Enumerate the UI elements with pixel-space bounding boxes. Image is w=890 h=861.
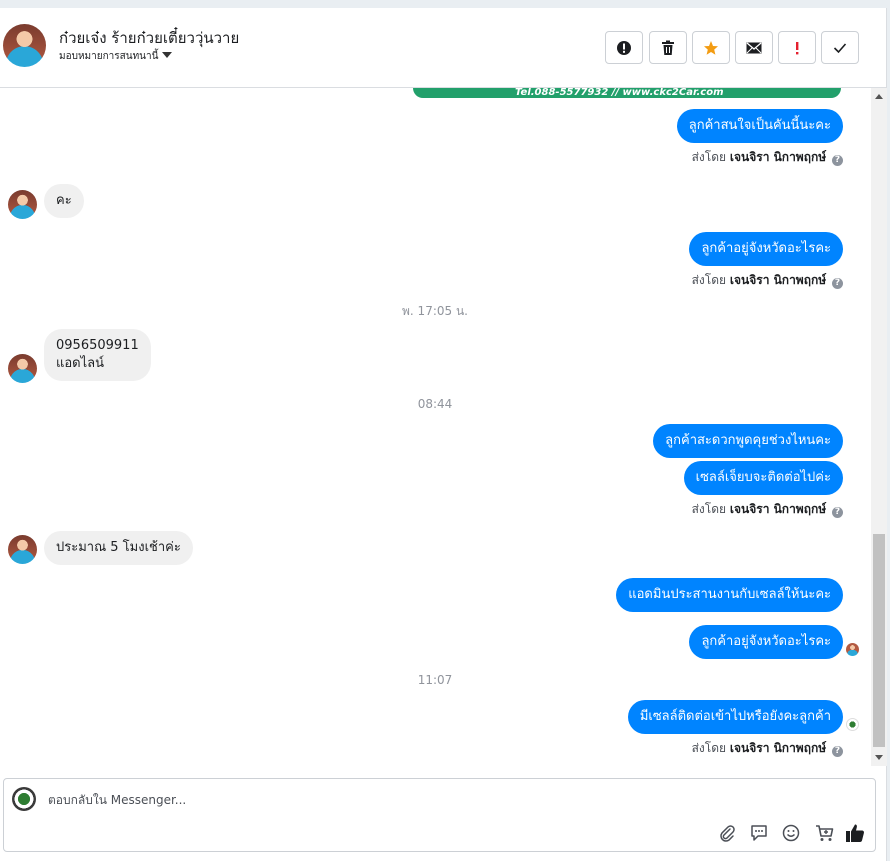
help-icon[interactable]: ? xyxy=(832,278,843,289)
message-bubble-outgoing[interactable]: ลูกค้าอยู่จังหวัดอะไรคะ xyxy=(689,625,843,659)
delete-button[interactable] xyxy=(649,31,687,64)
star-icon xyxy=(704,40,718,55)
done-button[interactable] xyxy=(821,31,859,64)
help-icon[interactable]: ? xyxy=(832,507,843,518)
sent-by-label: ส่งโดย เจนจิรา นิกาพฤกษ์ ? xyxy=(692,271,843,290)
sender-name: เจนจิรา นิกาพฤกษ์ xyxy=(729,273,827,287)
message-bubble-outgoing[interactable]: แอดมินประสานงานกับเซลล์ให้นะคะ xyxy=(616,578,843,612)
sent-by-prefix: ส่งโดย xyxy=(691,150,727,164)
sent-by-label: ส่งโดย เจนจิรา นิกาพฤกษ์ ? xyxy=(692,739,843,758)
scrollbar-thumb[interactable] xyxy=(873,534,885,747)
page-avatar xyxy=(12,787,36,811)
contact-avatar-small xyxy=(8,190,37,219)
checkmark-icon xyxy=(833,42,847,53)
window-top-strip xyxy=(0,0,890,8)
contact-avatar[interactable] xyxy=(3,24,46,67)
paperclip-icon xyxy=(720,825,735,842)
help-icon[interactable]: ? xyxy=(832,155,843,166)
exclamation-circle-icon xyxy=(617,40,631,55)
saved-replies-button[interactable] xyxy=(748,822,770,844)
trash-icon xyxy=(662,40,674,55)
help-icon[interactable]: ? xyxy=(832,746,843,757)
cart-add-icon xyxy=(815,825,833,841)
message-bubble-incoming[interactable]: คะ xyxy=(44,184,84,218)
assign-conversation-dropdown[interactable]: มอบหมายการสนทนานี้ xyxy=(59,49,173,64)
seen-avatar xyxy=(846,643,859,656)
thumbs-up-icon xyxy=(846,824,864,842)
contact-avatar-small xyxy=(8,354,37,383)
reply-composer[interactable]: ตอบกลับใน Messenger... xyxy=(3,778,876,852)
follow-up-button[interactable] xyxy=(778,31,816,64)
banner-text: Tel.088-5577932 // www.ckc2Car.com xyxy=(515,88,724,98)
emoji-button[interactable] xyxy=(780,822,802,844)
speech-bubble-icon xyxy=(751,825,767,841)
mark-spam-button[interactable] xyxy=(605,31,643,64)
sent-by-prefix: ส่งโดย xyxy=(691,273,727,287)
message-bubble-outgoing[interactable]: มีเซลล์ติดต่อเข้าไปหรือยังคะลูกค้า xyxy=(627,700,843,734)
contact-name[interactable]: ก๋วยเจ๋ง ร้ายก๋วยเตี๋ยววุ่นวาย xyxy=(59,26,239,50)
message-line: แอดไลน์ xyxy=(56,356,105,371)
like-button[interactable] xyxy=(844,822,866,844)
sent-by-prefix: ส่งโดย xyxy=(691,741,727,755)
sent-by-prefix: ส่งโดย xyxy=(691,502,727,516)
sent-by-label: ส่งโดย เจนจิรา นิกาพฤกษ์ ? xyxy=(692,148,843,167)
conversation-header: ก๋วยเจ๋ง ร้ายก๋วยเตี๋ยววุ่นวาย มอบหมายกา… xyxy=(0,8,887,88)
sent-by-label: ส่งโดย เจนจิรา นิกาพฤกษ์ ? xyxy=(692,500,843,519)
scroll-down-arrow-icon[interactable] xyxy=(875,755,883,760)
message-bubble-outgoing[interactable]: เซลล์เจ็ยบจะติดต่อไปค่ะ xyxy=(683,461,843,495)
assign-label: มอบหมายการสนทนานี้ xyxy=(59,51,159,62)
scroll-up-arrow-icon[interactable] xyxy=(875,94,883,99)
message-bubble-outgoing[interactable]: ลูกค้าสะดวกพูดคุยช่วงไหนคะ xyxy=(653,424,843,458)
smiley-icon xyxy=(782,824,800,842)
car-promo-image[interactable]: Tel.088-5577932 // www.ckc2Car.com xyxy=(413,88,841,98)
timestamp-divider: 08:44 xyxy=(417,397,453,411)
star-button[interactable] xyxy=(692,31,730,64)
vertical-scrollbar[interactable] xyxy=(871,88,887,766)
envelope-icon xyxy=(746,42,762,53)
exclamation-icon xyxy=(796,41,799,54)
message-line: 0956509911 xyxy=(56,338,139,353)
message-bubble-outgoing[interactable]: ลูกค้าอยู่จังหวัดอะไรคะ xyxy=(689,232,843,266)
email-button[interactable] xyxy=(735,31,773,64)
reply-input[interactable]: ตอบกลับใน Messenger... xyxy=(48,791,186,810)
message-list[interactable]: Tel.088-5577932 // www.ckc2Car.com ลูกค้… xyxy=(0,88,887,766)
timestamp-divider: พ. 17:05 น. xyxy=(402,304,468,318)
message-bubble-incoming[interactable]: 0956509911 แอดไลน์ xyxy=(44,329,151,381)
shop-button[interactable] xyxy=(813,822,835,844)
caret-down-icon xyxy=(162,52,173,58)
contact-avatar-small xyxy=(8,535,37,564)
sender-name: เจนจิรา นิกาพฤกษ์ xyxy=(729,150,827,164)
attach-button[interactable] xyxy=(716,822,738,844)
sender-name: เจนจิรา นิกาพฤกษ์ xyxy=(729,502,827,516)
page-seen-avatar xyxy=(846,718,859,731)
conversation-panel: ก๋วยเจ๋ง ร้ายก๋วยเตี๋ยววุ่นวาย มอบหมายกา… xyxy=(0,8,887,861)
sender-name: เจนจิรา นิกาพฤกษ์ xyxy=(729,741,827,755)
message-bubble-outgoing[interactable]: ลูกค้าสนใจเป็นคันนี้นะคะ xyxy=(676,109,843,143)
timestamp-divider: 11:07 xyxy=(417,673,453,687)
message-bubble-incoming[interactable]: ประมาณ 5 โมงเช้าค่ะ xyxy=(44,531,193,565)
